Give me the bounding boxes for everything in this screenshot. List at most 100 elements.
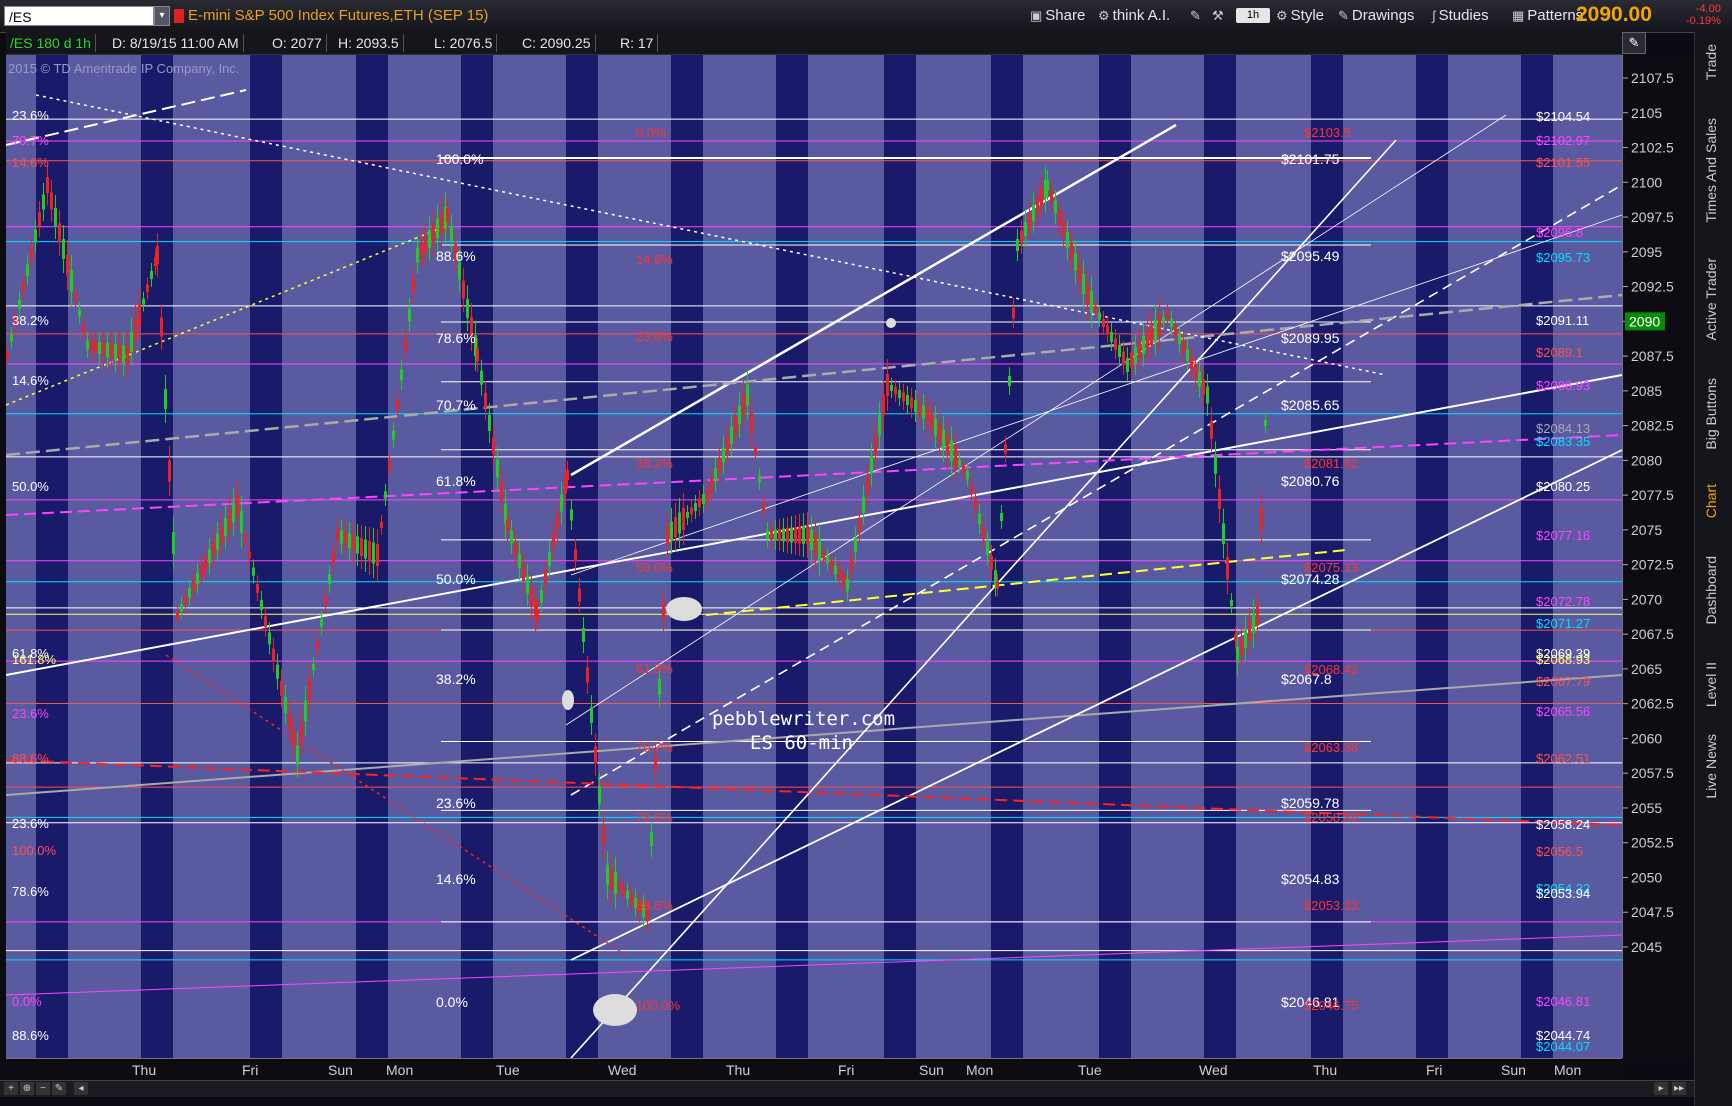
- price-tick-label-18: 2062.5: [1631, 696, 1674, 712]
- right-price-label-25: $2044.07: [1536, 1039, 1590, 1054]
- patterns-button[interactable]: ▦ Patterns: [1512, 5, 1583, 27]
- candle-body-291: [1154, 319, 1157, 341]
- candle-body-151: [598, 786, 601, 804]
- price-change: -4.00 -0.19%: [1686, 3, 1721, 27]
- candle-body-236: [938, 424, 941, 442]
- price-tick-label-4: 2097.5: [1631, 209, 1674, 225]
- candle-body-240: [954, 446, 957, 468]
- share-button[interactable]: ▣ Share: [1030, 5, 1085, 27]
- symbol-period[interactable]: /ES 180 d 1h: [6, 34, 96, 52]
- candle-body-75: [304, 700, 307, 722]
- price-tick-label-24: 2047.5: [1631, 904, 1674, 920]
- time-label-8: Sun: [919, 1062, 944, 1078]
- candle-body-115: [462, 280, 465, 299]
- session-band-11: [1204, 55, 1236, 1058]
- candle-body-297: [1178, 334, 1181, 344]
- chart-area[interactable]: 23.6% 70.7% 14.6% 38.2% 14.6% 50.0% 61.8% 161.8…: [6, 55, 1622, 1058]
- candle-body-217: [862, 497, 865, 513]
- candle-body-69: [280, 680, 283, 696]
- right-price-label-11: $2077.16: [1536, 528, 1590, 543]
- candle-body-199: [790, 527, 793, 543]
- candle-body-300: [1190, 356, 1193, 370]
- candle-body-42: [172, 532, 175, 554]
- time-axis[interactable]: Thu Fri Sun Mon Tue Wed Thu Fri Sun Mon Tue Wed Thu F…: [6, 1058, 1622, 1081]
- zoom-out-icon[interactable]: −: [36, 1082, 50, 1095]
- price-chart[interactable]: 23.6% 70.7% 14.6% 38.2% 14.6% 50.0% 61.8% 161.8…: [6, 55, 1622, 1058]
- candle-body-230: [914, 400, 917, 412]
- candle-body-19: [82, 325, 85, 333]
- tab-times-and-sales[interactable]: Times And Sales: [1703, 118, 1719, 223]
- style-button[interactable]: ⚙ Style: [1276, 5, 1324, 27]
- symbol-input[interactable]: /ES: [4, 6, 154, 26]
- studies-button[interactable]: ∫ Studies: [1432, 5, 1489, 27]
- session-band-2: [250, 55, 282, 1058]
- candle-body-219: [870, 456, 873, 474]
- mid-red-price-label-0: $2103.5: [1304, 125, 1351, 140]
- tab-live-news[interactable]: Live News: [1703, 734, 1719, 799]
- scroll-right-icon[interactable]: ▸: [1654, 1082, 1668, 1095]
- candle-body-111: [446, 208, 449, 222]
- candle-body-62: [252, 567, 255, 576]
- price-tick-label-21: 2055: [1631, 800, 1662, 816]
- candle-body-16: [70, 270, 73, 292]
- price-tick-label-0: 2107.5: [1631, 70, 1674, 86]
- candle-body-270: [1070, 242, 1073, 260]
- candle-body-316: [1252, 613, 1255, 633]
- candle-body-188: [746, 384, 749, 406]
- candle-body-256: [1016, 239, 1019, 251]
- tab-chart[interactable]: Chart: [1703, 484, 1719, 518]
- mid-price-label-8: $2054.83: [1281, 871, 1340, 887]
- candle-body-181: [718, 458, 721, 472]
- trendline-2: [570, 123, 1177, 477]
- candle-body-274: [1086, 284, 1089, 306]
- bar-open: O: 2077: [268, 34, 327, 52]
- candle-body-143: [566, 470, 569, 480]
- candle-body-159: [630, 894, 633, 904]
- right-price-label-16: $2067.79: [1536, 674, 1590, 689]
- right-side-panel: Trade Times And Sales Active Trader Big …: [1694, 32, 1732, 1106]
- draw-icon[interactable]: ✎: [52, 1082, 66, 1095]
- scroll-left-icon[interactable]: ◂: [74, 1082, 88, 1095]
- price-tick-label-14: 2072.5: [1631, 557, 1674, 573]
- candle-body-304: [1206, 386, 1209, 404]
- candle-body-53: [216, 533, 219, 550]
- drawing-tool-button[interactable]: ✎: [1190, 5, 1204, 27]
- price-tick-label-22: 2052.5: [1631, 835, 1674, 851]
- price-axis[interactable]: 2107.5 2105 2102.5 2100 2097.5 2095 2092.5 2090…: [1622, 55, 1695, 1058]
- chart-scrollbar[interactable]: [0, 1080, 1694, 1097]
- candle-body-129: [514, 542, 517, 556]
- tab-active-trader[interactable]: Active Trader: [1703, 258, 1719, 340]
- candle-body-138: [548, 552, 551, 566]
- think-ai-button[interactable]: ⚙ think A.I.: [1098, 5, 1170, 27]
- candle-body-231: [918, 402, 921, 416]
- fib-left-label-0: 23.6%: [12, 108, 49, 123]
- candle-body-55: [224, 518, 227, 536]
- candle-body-17: [74, 294, 77, 300]
- tab-level-ii[interactable]: Level II: [1703, 662, 1719, 707]
- zoom-fit-icon[interactable]: ⊕: [20, 1082, 34, 1095]
- candle-body-153: [606, 865, 609, 885]
- drawing-toggle-icon[interactable]: ✎: [1622, 32, 1646, 54]
- fib-left-label-3: 38.2%: [12, 313, 49, 328]
- tab-dashboard[interactable]: Dashboard: [1703, 556, 1719, 625]
- candle-body-244: [970, 485, 973, 495]
- candle-body-70: [284, 697, 287, 713]
- candle-body-46: [188, 588, 191, 598]
- chevron-down-icon[interactable]: ▾: [154, 6, 170, 26]
- candle-body-96: [388, 461, 391, 469]
- mid-red-fib-label-5: 61.8%: [636, 661, 673, 676]
- fib-left-label-1: 70.7%: [12, 133, 49, 148]
- candle-body-81: [328, 574, 331, 584]
- mid-fib-label-6: 38.2%: [436, 671, 476, 687]
- zoom-in-icon[interactable]: +: [4, 1082, 18, 1095]
- tab-big-buttons[interactable]: Big Buttons: [1703, 378, 1719, 450]
- candle-body-105: [424, 235, 427, 253]
- settings-tool-button[interactable]: ⚒: [1212, 5, 1227, 27]
- tab-trade[interactable]: Trade: [1703, 44, 1719, 80]
- interval-button[interactable]: 1h: [1236, 8, 1270, 23]
- candle-body-131: [522, 565, 525, 581]
- right-price-label-20: $2056.5: [1536, 844, 1583, 859]
- scroll-end-icon[interactable]: ▸▸: [1672, 1082, 1686, 1095]
- candle-body-233: [926, 407, 929, 423]
- drawings-button[interactable]: ✎ Drawings: [1338, 5, 1414, 27]
